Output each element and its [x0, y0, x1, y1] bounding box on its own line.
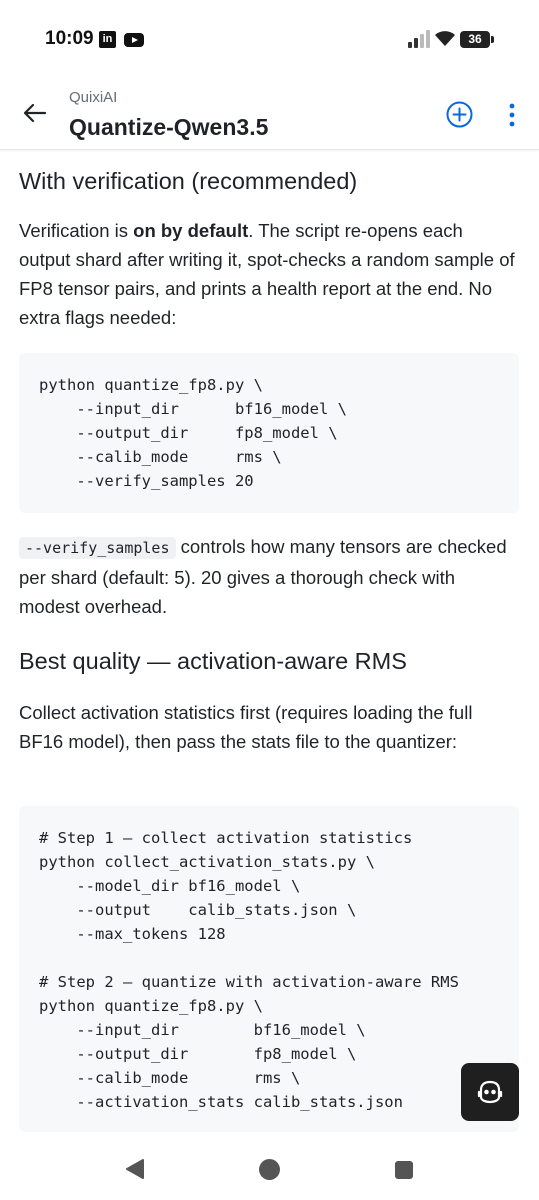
intro-bold: on by default	[133, 220, 249, 241]
plus-circle-icon[interactable]	[446, 101, 473, 128]
copilot-button[interactable]	[461, 1063, 519, 1121]
linkedin-icon: in	[99, 31, 116, 48]
section-heading-best-quality: Best quality — activation-aware RMS	[19, 648, 407, 674]
verify-samples-note: --verify_samples controls how many tenso…	[19, 532, 519, 621]
code-verify: python quantize_fp8.py \ --input_dir bf1…	[39, 376, 347, 490]
arrow-left-icon[interactable]	[22, 100, 48, 126]
code-activation: # Step 1 — collect activation statistics…	[39, 829, 459, 1111]
copilot-icon	[477, 1080, 503, 1104]
repo-header: QuixiAI Quantize-Qwen3.5	[0, 78, 539, 150]
inline-code-verify-samples: --verify_samples	[19, 537, 176, 559]
signal-icon	[408, 30, 430, 48]
section-heading-verification: With verification (recommended)	[19, 168, 358, 194]
repo-name: Quantize-Qwen3.5	[69, 114, 269, 140]
battery-icon: 36	[460, 31, 494, 48]
verification-intro: Verification is on by default. The scrip…	[19, 216, 519, 332]
status-time: 10:09	[45, 28, 94, 49]
nav-back-icon[interactable]	[125, 1158, 145, 1180]
wifi-icon	[435, 31, 455, 46]
code-block-activation[interactable]: # Step 1 — collect activation statistics…	[19, 806, 519, 1132]
youtube-icon	[124, 33, 144, 47]
kebab-menu-icon[interactable]	[503, 102, 521, 128]
system-nav-bar	[0, 1142, 539, 1200]
best-quality-intro: Collect activation statistics first (req…	[19, 702, 473, 752]
readme-content[interactable]: With verification (recommended) Verifica…	[0, 150, 539, 1142]
status-bar: 10:09 in 36	[0, 0, 539, 78]
code-block-verify[interactable]: python quantize_fp8.py \ --input_dir bf1…	[19, 353, 519, 513]
nav-home-icon[interactable]	[259, 1159, 280, 1180]
nav-recents-icon[interactable]	[395, 1161, 413, 1179]
battery-level: 36	[468, 32, 482, 46]
intro-text: Verification is	[19, 220, 134, 241]
repo-owner[interactable]: QuixiAI	[69, 89, 117, 106]
